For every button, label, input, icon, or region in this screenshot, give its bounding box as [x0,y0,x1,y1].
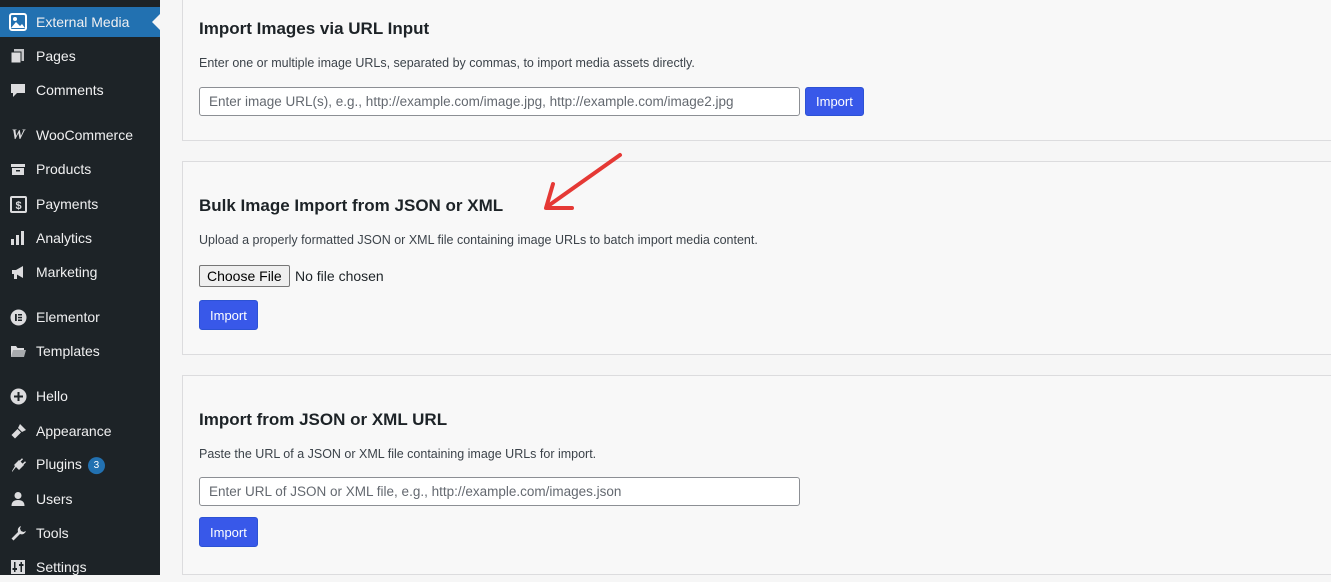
elementor-icon [9,308,27,326]
sidebar-item-label: Analytics [36,230,93,246]
sidebar-item-label: Appearance [36,423,112,439]
sidebar-item-users[interactable]: Users [0,484,160,514]
sidebar-item-products[interactable]: Products [0,154,160,184]
sidebar-item-templates[interactable]: Templates [0,336,160,366]
woocommerce-icon: W [11,126,25,143]
section-description: Paste the URL of a JSON or XML file cont… [199,447,597,461]
sidebar-item-label: Marketing [36,264,98,280]
sidebar-item-elementor[interactable]: Elementor [0,302,160,332]
red-arrow-icon [544,153,622,210]
templates-icon [9,342,27,360]
url-import-card: Import Images via URL Input Enter one or… [182,0,1331,141]
sidebar-item-label: Products [36,161,92,177]
sidebar-item-settings[interactable]: Settings [0,552,160,582]
sidebar-item-label: WooCommerce [36,127,133,143]
sidebar-item-label: Elementor [36,309,100,325]
hello-icon [9,387,27,405]
sidebar-item-label: Comments [36,82,104,98]
json-url-import-card: Import from JSON or XML URL Paste the UR… [182,375,1331,575]
plugins-icon [9,456,27,474]
section-title: Bulk Image Import from JSON or XML [199,196,504,215]
sidebar-item-plugins[interactable]: Plugins 3 [0,450,160,480]
admin-sidebar: External Media Pages Comments W WooComme… [0,0,160,575]
section-title: Import Images via URL Input [199,19,430,38]
json-url-input[interactable] [199,477,800,506]
import-urls-button[interactable]: Import [805,87,864,116]
sidebar-item-label: External Media [36,14,130,30]
sidebar-item-woocommerce[interactable]: W WooCommerce [0,120,160,150]
sidebar-item-marketing[interactable]: Marketing [0,257,160,287]
comments-icon [9,81,27,99]
svg-text:$: $ [15,200,21,212]
sidebar-item-label: Users [36,491,73,507]
sidebar-item-payments[interactable]: $ Payments [0,189,160,219]
products-icon [9,160,27,178]
sidebar-item-pages[interactable]: Pages [0,41,160,71]
marketing-icon [9,263,27,281]
bulk-import-card: Bulk Image Import from JSON or XML Uploa… [182,161,1331,355]
file-status-text: No file chosen [295,268,384,284]
sidebar-item-label: Settings [36,559,87,575]
section-title: Import from JSON or XML URL [199,410,448,429]
sidebar-item-label: Payments [36,196,99,212]
external-media-icon [9,13,27,31]
sidebar-item-hello[interactable]: Hello [0,381,160,411]
tools-icon [9,524,27,542]
image-url-input[interactable] [199,87,800,116]
analytics-icon [9,229,27,247]
sidebar-item-label: Hello [36,388,68,404]
update-count-badge: 3 [87,456,105,474]
payments-icon: $ [9,195,27,213]
sidebar-item-external-media[interactable]: External Media [0,7,160,37]
sidebar-item-appearance[interactable]: Appearance [0,416,160,446]
section-description: Upload a properly formatted JSON or XML … [199,233,758,247]
users-icon [9,490,27,508]
sidebar-item-label: Tools [36,525,69,541]
sidebar-item-comments[interactable]: Comments [0,75,160,105]
appearance-icon [9,422,27,440]
import-json-url-button[interactable]: Import [199,517,258,547]
sidebar-item-label: Pages [36,48,76,64]
sidebar-item-label: Plugins 3 [36,456,105,474]
import-file-button[interactable]: Import [199,300,258,330]
choose-file-button[interactable]: Choose File [199,265,290,287]
section-description: Enter one or multiple image URLs, separa… [199,56,695,70]
sidebar-item-tools[interactable]: Tools [0,518,160,548]
sidebar-item-label: Templates [36,343,100,359]
pages-icon [9,47,27,65]
sidebar-item-analytics[interactable]: Analytics [0,223,160,253]
settings-icon [9,558,27,576]
